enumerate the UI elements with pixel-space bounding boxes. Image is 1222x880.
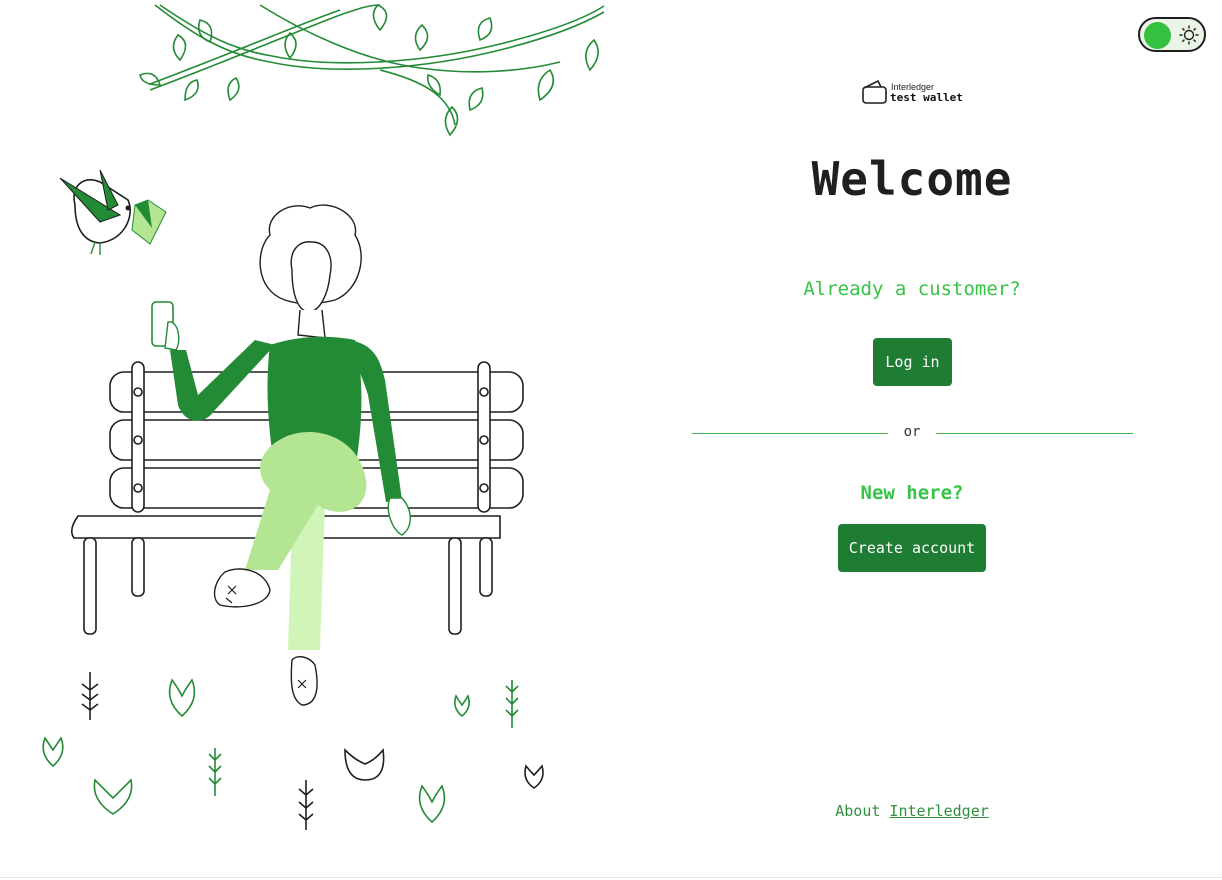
wallet-icon: [862, 79, 888, 110]
sun-icon: [1178, 24, 1200, 50]
login-button[interactable]: Log in: [873, 338, 952, 386]
bottom-divider: [0, 877, 1222, 878]
divider-line-right: [936, 433, 1133, 434]
vine-illustration: [139, 4, 605, 137]
app-logo: Interledger test wallet: [862, 79, 972, 106]
about-prefix: About: [835, 802, 881, 820]
logo-text-test-wallet: test wallet: [890, 91, 963, 104]
page-title: Welcome: [811, 152, 1013, 206]
already-customer-text: Already a customer?: [803, 278, 1021, 300]
interledger-link[interactable]: Interledger: [889, 802, 988, 820]
divider-text: or: [903, 424, 921, 440]
divider-line-left: [692, 433, 888, 434]
create-account-button[interactable]: Create account: [838, 524, 986, 572]
toggle-knob: [1144, 22, 1171, 49]
theme-toggle[interactable]: [1138, 17, 1206, 52]
bird-illustration: [59, 169, 167, 255]
plants-illustration: [42, 672, 544, 830]
about-footer: About Interledger: [612, 802, 1212, 820]
hero-illustration: [0, 0, 610, 880]
new-here-text: New here?: [860, 482, 964, 504]
